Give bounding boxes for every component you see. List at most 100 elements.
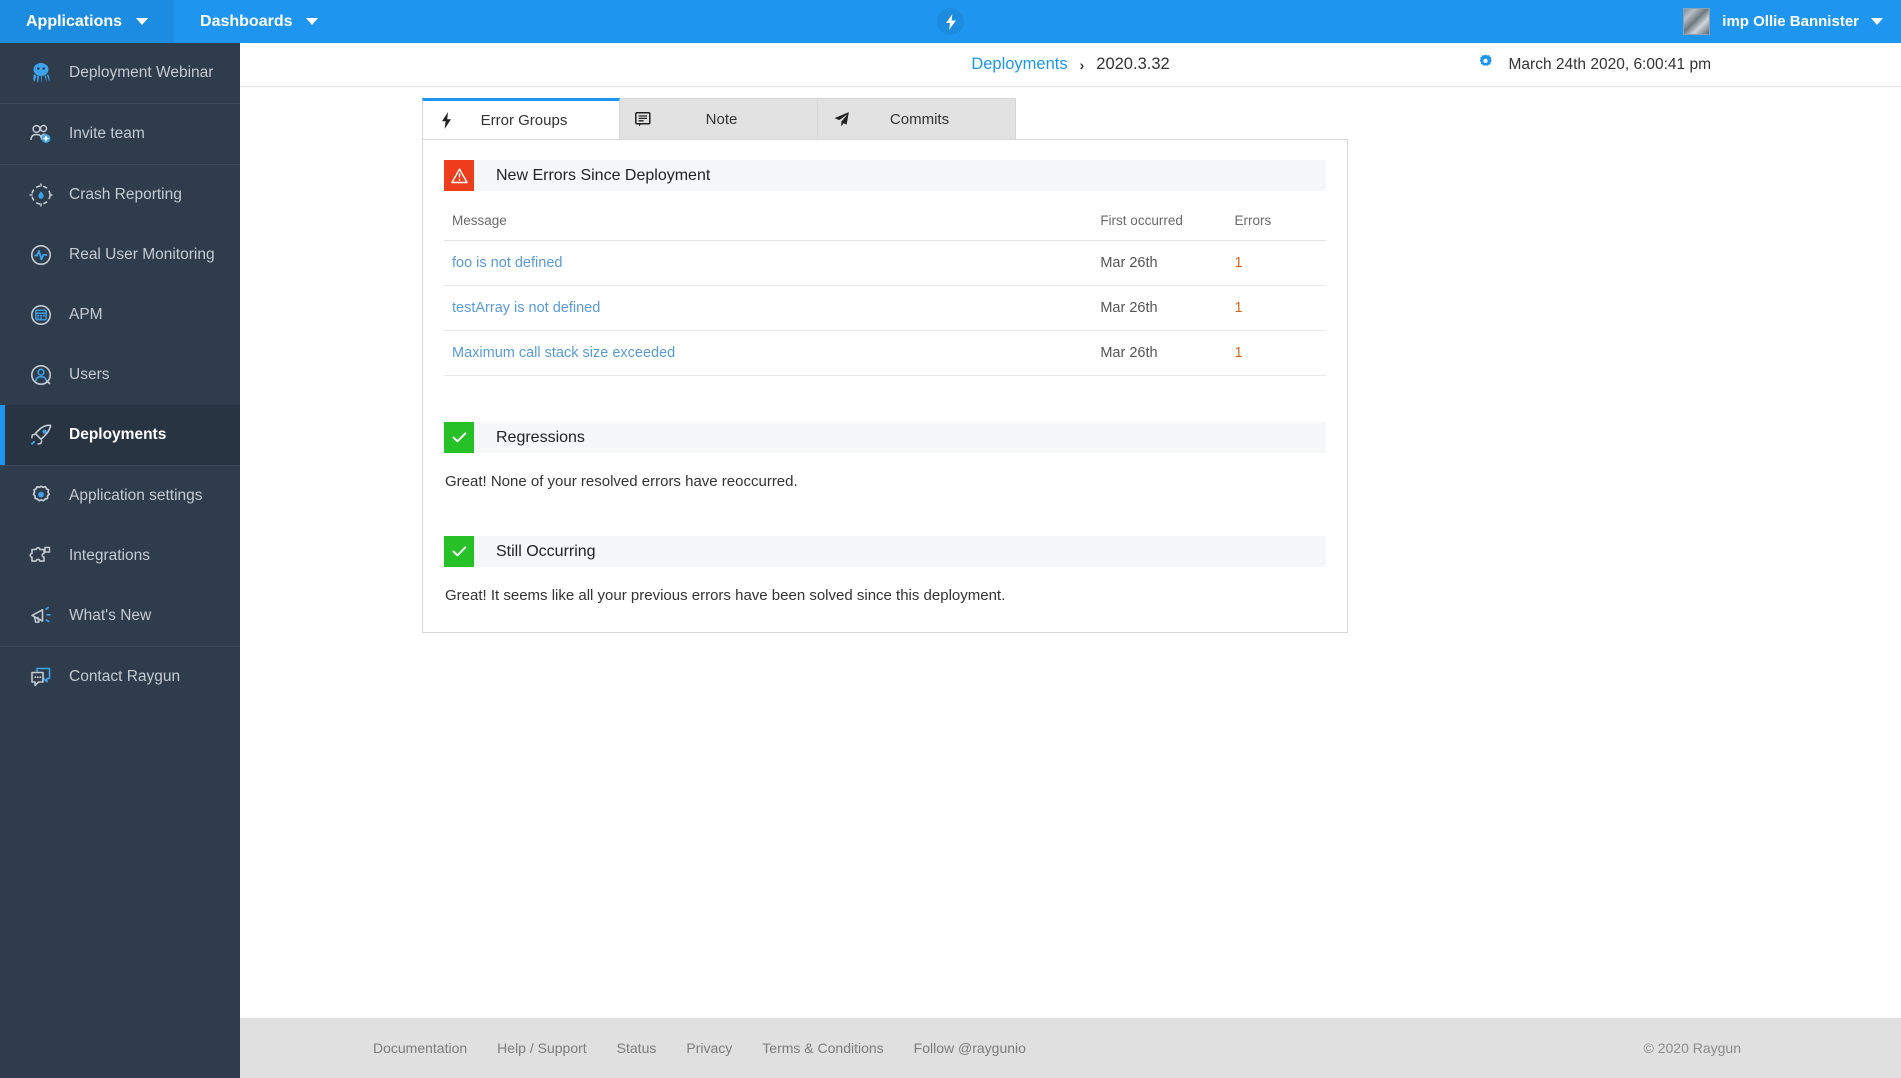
cell-errors: 1 [1226, 330, 1326, 376]
sidebar-item-invite-team[interactable]: Invite team [0, 104, 240, 164]
footer-link-terms[interactable]: Terms & Conditions [762, 1040, 883, 1056]
cell-message: testArray is not defined [444, 285, 1093, 331]
breadcrumb: Deployments › 2020.3.32 [240, 55, 1901, 74]
sidebar-item-label: Invite team [69, 125, 145, 142]
sidebar-item-real-user-monitoring[interactable]: Real User Monitoring [0, 225, 240, 285]
top-navigation-bar: Applications Dashboards imp Ollie Bannis… [0, 0, 1901, 43]
sidebar-item-label: Deployment Webinar [69, 64, 214, 81]
tab-error-groups[interactable]: Error Groups [422, 98, 620, 140]
sidebar-group-invite: Invite team [0, 104, 240, 165]
gear-icon [19, 483, 63, 509]
error-groups-panel: New Errors Since Deployment Message Firs… [422, 139, 1348, 633]
rocket-icon [19, 422, 63, 449]
apm-icon [19, 302, 63, 328]
cell-first-occurred: Mar 26th [1092, 330, 1227, 376]
still-occurring-note: Great! It seems like all your previous e… [445, 587, 1006, 604]
warning-triangle-icon [444, 160, 474, 191]
sidebar-item-label: Crash Reporting [69, 186, 182, 203]
error-message-link[interactable]: foo is not defined [452, 255, 562, 271]
note-icon [620, 111, 666, 127]
sidebar-item-apm[interactable]: APM [0, 285, 240, 345]
table-row: testArray is not defined Mar 26th 1 [444, 285, 1326, 331]
chevron-down-icon [306, 18, 319, 25]
regressions-section-header: Regressions [444, 422, 1326, 453]
footer-copyright: © 2020 Raygun [1643, 1040, 1742, 1056]
sidebar-item-deployment-webinar[interactable]: Deployment Webinar [0, 43, 240, 103]
user-menu-label: imp Ollie Bannister [1722, 13, 1859, 30]
error-message-link[interactable]: testArray is not defined [452, 300, 600, 316]
dashboards-menu[interactable]: Dashboards [174, 0, 344, 43]
chat-icon [19, 664, 63, 690]
footer-link-twitter[interactable]: Follow @raygunio [914, 1040, 1026, 1056]
tab-commits[interactable]: Commits [818, 98, 1016, 140]
table-row: foo is not defined Mar 26th 1 [444, 240, 1326, 286]
sidebar-item-label: Users [69, 366, 110, 383]
sidebar-item-label: Contact Raygun [69, 668, 181, 685]
still-occurring-title: Still Occurring [496, 542, 596, 560]
raygun-logo-button[interactable] [937, 8, 964, 35]
footer-link-documentation[interactable]: Documentation [373, 1040, 467, 1056]
sidebar-item-contact-raygun[interactable]: Contact Raygun [0, 647, 240, 707]
sidebar-item-label: APM [69, 306, 103, 323]
tab-note[interactable]: Note [620, 98, 818, 140]
check-icon [444, 422, 474, 453]
puzzle-icon [19, 543, 63, 569]
sidebar-item-label: Real User Monitoring [69, 246, 215, 263]
sidebar-group-contact: Contact Raygun [0, 647, 240, 707]
footer-link-help-support[interactable]: Help / Support [497, 1040, 587, 1056]
sidebar-item-integrations[interactable]: Integrations [0, 526, 240, 586]
tab-label: Note [705, 110, 738, 128]
new-errors-title: New Errors Since Deployment [496, 166, 711, 184]
footer-links: Documentation Help / Support Status Priv… [240, 1040, 1026, 1056]
new-errors-section-header: New Errors Since Deployment [444, 160, 1326, 191]
sidebar-item-whats-new[interactable]: What's New [0, 586, 240, 646]
error-message-link[interactable]: Maximum call stack size exceeded [452, 345, 675, 361]
cell-first-occurred: Mar 26th [1092, 285, 1227, 331]
sidebar-item-users[interactable]: Users [0, 345, 240, 405]
footer-link-status[interactable]: Status [617, 1040, 657, 1056]
dashboards-menu-label: Dashboards [200, 12, 293, 30]
avatar [1683, 8, 1711, 35]
user-menu[interactable]: imp Ollie Bannister [1673, 0, 1901, 43]
regressions-title: Regressions [496, 428, 585, 446]
breadcrumb-current: 2020.3.32 [1096, 55, 1170, 73]
footer: Documentation Help / Support Status Priv… [240, 1018, 1901, 1078]
sidebar-group-app: Deployment Webinar [0, 43, 240, 104]
cell-message: foo is not defined [444, 240, 1093, 286]
sidebar-item-label: What's New [69, 607, 152, 624]
sidebar-item-label: Deployments [69, 426, 167, 443]
cell-errors: 1 [1226, 240, 1326, 286]
breadcrumb-link-deployments[interactable]: Deployments [971, 55, 1067, 74]
sidebar-item-crash-reporting[interactable]: Crash Reporting [0, 165, 240, 225]
page-header: Deployments › 2020.3.32 March 24th 2020,… [240, 43, 1901, 87]
breadcrumb-separator-icon: › [1079, 56, 1085, 73]
crash-reporting-icon [19, 182, 63, 208]
regressions-section: Regressions Great! None of your resolved… [444, 422, 1326, 490]
bolt-icon [423, 111, 469, 129]
still-occurring-section: Still Occurring Great! It seems like all… [444, 536, 1326, 604]
sidebar-item-label: Application settings [69, 487, 203, 504]
table-row: Maximum call stack size exceeded Mar 26t… [444, 330, 1326, 376]
sidebar: Deployment Webinar Invite team Crash Rep… [0, 43, 240, 1078]
sidebar-item-application-settings[interactable]: Application settings [0, 466, 240, 526]
applications-menu[interactable]: Applications [0, 0, 175, 43]
footer-link-privacy[interactable]: Privacy [686, 1040, 732, 1056]
main-content: Deployments › 2020.3.32 March 24th 2020,… [240, 43, 1901, 1078]
column-header-errors: Errors [1226, 207, 1326, 241]
cell-first-occurred: Mar 26th [1092, 240, 1227, 286]
error-count-link[interactable]: 1 [1235, 255, 1243, 271]
paper-plane-icon [818, 111, 864, 128]
error-count-link[interactable]: 1 [1235, 345, 1243, 361]
chevron-down-icon [1871, 18, 1883, 25]
users-icon [19, 362, 63, 388]
invite-team-icon [19, 121, 63, 147]
column-header-message: Message [444, 207, 1093, 241]
sidebar-item-deployments[interactable]: Deployments [0, 405, 240, 465]
sidebar-group-settings: Application settings Integrations What's… [0, 466, 240, 647]
applications-menu-label: Applications [26, 12, 123, 30]
raygun-bolt-icon [945, 13, 956, 30]
tab-label: Error Groups [480, 111, 568, 129]
table-header-row: Message First occurred Errors [444, 207, 1326, 241]
regressions-note: Great! None of your resolved errors have… [445, 473, 798, 490]
error-count-link[interactable]: 1 [1235, 300, 1243, 316]
